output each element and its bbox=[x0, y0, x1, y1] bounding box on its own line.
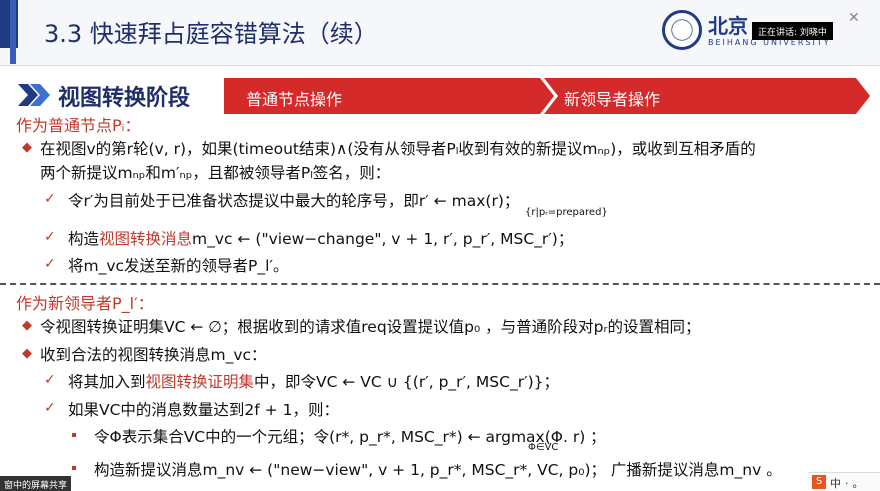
section2-sub1-prefix: 将其加入到 bbox=[68, 373, 146, 391]
speaker-status: 正在讲话: 刘晓中 bbox=[752, 22, 833, 40]
section1-heading: 作为普通节点Pᵢ： bbox=[16, 116, 141, 135]
check-icon: ✓ bbox=[44, 256, 56, 272]
section2-sub2b: 构造新提议消息m_nv ← ("new−view", v + 1, p_r*, … bbox=[94, 461, 782, 479]
section1-sub2: 构造视图转换消息m_vc ← ("view−change", v + 1, r′… bbox=[68, 227, 573, 249]
section1-sub1: 令r′为目前处于已准备状态提议中最大的轮序号，即r′ ← max(r)； bbox=[68, 192, 520, 210]
diamond-bullet-icon: ◆ bbox=[22, 318, 32, 333]
ime-toolbar[interactable]: S 中·。 bbox=[808, 472, 880, 491]
slide-title: 3.3 快速拜占庭容错算法（续） bbox=[44, 20, 378, 48]
section1-item1-line1: 在视图v的第r轮(v, r)，如果(timeout结束)∧(没有从领导者Pₗ收到… bbox=[40, 140, 756, 158]
check-icon: ✓ bbox=[44, 229, 56, 245]
section1-item1-line2: 两个新提议mₙₚ和m′ₙₚ，且都被领导者Pₗ签名，则： bbox=[40, 164, 391, 182]
close-icon[interactable]: ✕ bbox=[848, 10, 870, 28]
check-icon: ✓ bbox=[44, 191, 56, 207]
square-bullet-icon bbox=[72, 433, 76, 437]
section-divider bbox=[0, 283, 880, 285]
ime-mode[interactable]: 中·。 bbox=[830, 475, 868, 491]
ime-logo-icon[interactable]: S bbox=[812, 475, 826, 489]
section2-sub1-formula: 中，即令VC ← VC ∪ {(r′, p_r′, MSC_r′)}； bbox=[254, 373, 559, 391]
check-icon: ✓ bbox=[44, 400, 56, 416]
double-chevron-icon bbox=[18, 84, 50, 106]
check-icon: ✓ bbox=[44, 372, 56, 388]
university-name: 北京 bbox=[708, 14, 748, 38]
section2-sub1: 将其加入到视图转换证明集中，即令VC ← VC ∪ {(r′, p_r′, MS… bbox=[68, 370, 559, 392]
section1-sub1-subscript: {r|pᵣ=prepared} bbox=[525, 207, 608, 218]
view-change-message-term: 视图转换消息 bbox=[99, 230, 193, 248]
section2-heading: 作为新领导者P_l′： bbox=[16, 294, 154, 313]
diamond-bullet-icon: ◆ bbox=[22, 140, 32, 155]
phase-title: 视图转换阶段 bbox=[58, 86, 191, 111]
header-accent-bar-inner bbox=[10, 0, 16, 64]
section1-sub2-prefix: 构造 bbox=[68, 230, 100, 248]
screen-share-tag[interactable]: 窗中的屏幕共享 bbox=[0, 476, 72, 491]
section1-sub2-formula: m_vc ← ("view−change", v + 1, r′, p_r′, … bbox=[192, 230, 574, 248]
section2-sub2: 如果VC中的消息数量达到2f + 1，则： bbox=[68, 401, 339, 419]
square-bullet-icon bbox=[72, 466, 76, 470]
section2-item2: 收到合法的视图转换消息m_vc： bbox=[40, 346, 267, 364]
slide-header: 3.3 快速拜占庭容错算法（续） 北京 BEIHANG UNIVERSITY 正… bbox=[0, 0, 880, 66]
section1-sub3: 将m_vc发送至新的领导者P_l′。 bbox=[68, 257, 289, 275]
diamond-bullet-icon: ◆ bbox=[22, 346, 32, 361]
tab-new-leader[interactable]: 新领导者操作 bbox=[564, 86, 660, 110]
university-seal-icon bbox=[662, 10, 702, 50]
section2-item1: 令视图转换证明集VC ← ∅；根据收到的请求值req设置提议值p₀ ，与普通阶段… bbox=[40, 318, 701, 336]
view-change-proof-set-term: 视图转换证明集 bbox=[145, 373, 255, 391]
section2-sub2a-subscript: Φ∈VC bbox=[528, 442, 559, 453]
tab-normal-node[interactable]: 普通节点操作 bbox=[246, 86, 342, 110]
